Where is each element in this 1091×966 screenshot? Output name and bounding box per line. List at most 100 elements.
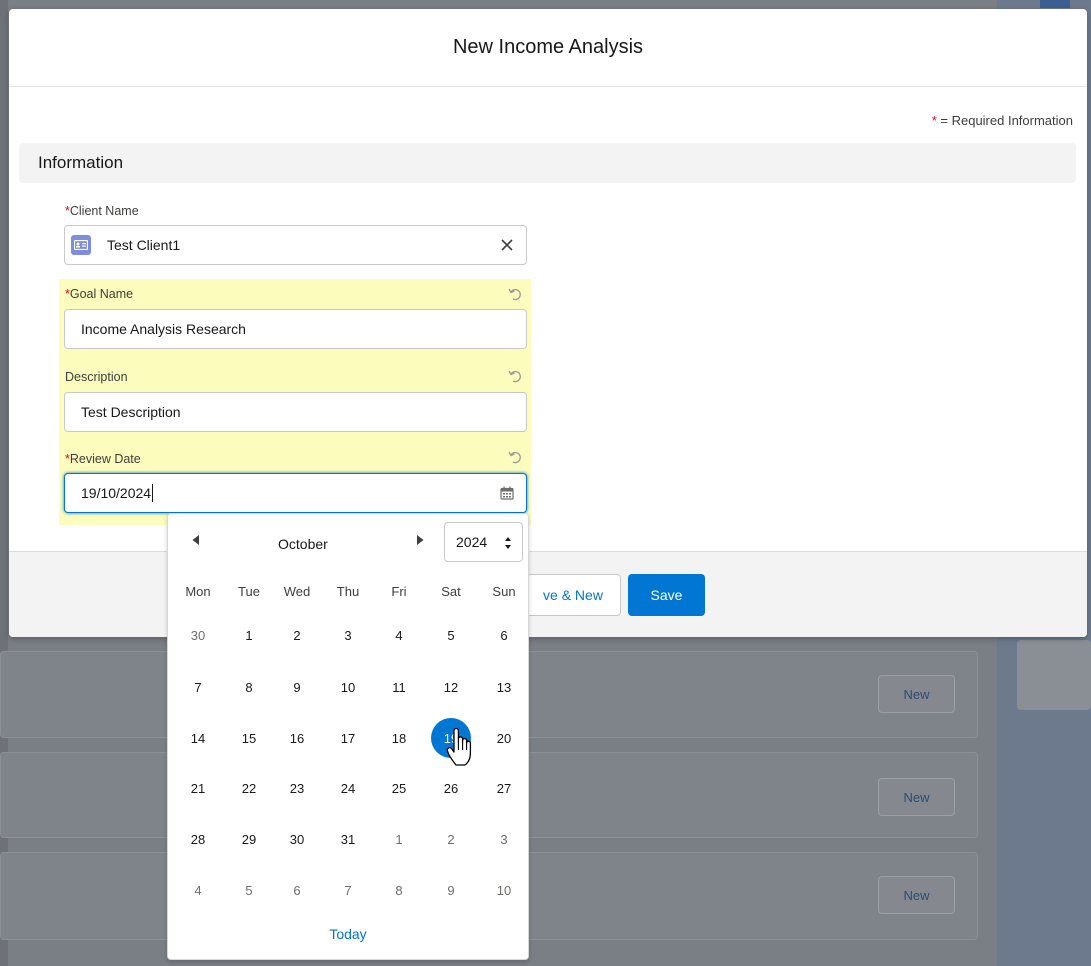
goal-name-label: *Goal Name (65, 287, 134, 301)
calendar-day[interactable]: 30 (178, 615, 218, 655)
day-number: 8 (245, 679, 253, 695)
calendar-day[interactable]: 24 (328, 768, 368, 808)
day-number: 6 (500, 627, 508, 643)
description-input[interactable]: Test Description (64, 392, 527, 432)
client-name-label: *Client Name (65, 204, 139, 218)
weekday-header: Wed (283, 584, 311, 599)
calendar-day[interactable]: 5 (229, 870, 269, 910)
section-title: Information (38, 153, 124, 172)
calendar-day[interactable]: 22 (229, 768, 269, 808)
review-date-input[interactable]: 19/10/2024 (64, 473, 527, 513)
weekday-header: Mon (185, 584, 211, 599)
calendar-day[interactable]: 18 (379, 718, 419, 758)
weekday-header: Thu (336, 584, 360, 599)
day-number: 1 (395, 831, 403, 847)
calendar-day[interactable]: 2 (277, 615, 317, 655)
day-number: 7 (194, 679, 202, 695)
calendar-day[interactable]: 15 (229, 718, 269, 758)
calendar-day[interactable]: 6 (277, 870, 317, 910)
calendar-day[interactable]: 7 (328, 870, 368, 910)
day-number: 11 (392, 679, 406, 695)
save-button[interactable]: Save (628, 574, 705, 616)
calendar-day[interactable]: 23 (277, 768, 317, 808)
review-date-label: *Review Date (65, 452, 141, 466)
day-number: 5 (245, 882, 253, 898)
calendar-day[interactable]: 3 (484, 819, 524, 859)
calendar-day[interactable]: 4 (379, 615, 419, 655)
goal-name-input[interactable]: Income Analysis Research (64, 309, 527, 349)
calendar-icon[interactable] (500, 486, 514, 500)
day-number: 4 (395, 627, 403, 643)
calendar-day[interactable]: 6 (484, 615, 524, 655)
day-number: 26 (443, 780, 459, 796)
undo-icon[interactable] (508, 287, 522, 301)
day-number: 20 (496, 730, 512, 746)
client-name-lookup[interactable]: Test Client1 (64, 225, 527, 265)
day-number: 29 (241, 831, 257, 847)
year-spinner-icon[interactable] (504, 536, 512, 550)
calendar-day[interactable]: 21 (178, 768, 218, 808)
day-number: 9 (293, 679, 301, 695)
day-number: 23 (289, 780, 305, 796)
year-select[interactable]: 2024 (444, 522, 523, 562)
calendar-day[interactable]: 31 (328, 819, 368, 859)
client-name-value: Test Client1 (107, 237, 181, 253)
day-number: 18 (391, 730, 407, 746)
calendar-day[interactable]: 28 (178, 819, 218, 859)
day-number: 15 (241, 730, 257, 746)
calendar-day[interactable]: 4 (178, 870, 218, 910)
calendar-day[interactable]: 20 (484, 718, 524, 758)
day-number: 8 (395, 882, 403, 898)
year-value: 2024 (456, 534, 488, 550)
calendar-day[interactable]: 16 (277, 718, 317, 758)
calendar-day[interactable]: 26 (431, 768, 471, 808)
calendar-day[interactable]: 2 (431, 819, 471, 859)
calendar-day[interactable]: 8 (229, 667, 269, 707)
undo-icon[interactable] (508, 369, 522, 383)
background-new-button[interactable]: New (878, 876, 955, 914)
calendar-day[interactable]: 11 (379, 667, 419, 707)
calendar-day[interactable]: 9 (277, 667, 317, 707)
calendar-day[interactable]: 30 (277, 819, 317, 859)
calendar-day[interactable]: 10 (484, 870, 524, 910)
calendar-day[interactable]: 8 (379, 870, 419, 910)
required-star: * (931, 113, 937, 128)
calendar-day[interactable]: 12 (431, 667, 471, 707)
day-number: 27 (496, 780, 512, 796)
hand-cursor-icon (446, 727, 472, 766)
calendar-day[interactable]: 13 (484, 667, 524, 707)
weekday-header: Sat (441, 584, 461, 599)
calendar-day[interactable]: 1 (379, 819, 419, 859)
calendar-day[interactable]: 1 (229, 615, 269, 655)
background-new-button[interactable]: New (878, 675, 955, 713)
next-month-icon[interactable] (413, 533, 427, 547)
calendar-day[interactable]: 3 (328, 615, 368, 655)
day-number: 22 (241, 780, 257, 796)
description-label: Description (65, 370, 128, 384)
background-new-button[interactable]: New (878, 778, 955, 816)
modal-header: New Income Analysis (9, 9, 1087, 87)
undo-icon[interactable] (508, 450, 522, 464)
day-number: 2 (447, 831, 455, 847)
calendar-day[interactable]: 14 (178, 718, 218, 758)
day-number: 24 (340, 780, 356, 796)
calendar-day[interactable]: 7 (178, 667, 218, 707)
calendar-day[interactable]: 10 (328, 667, 368, 707)
day-number: 5 (447, 627, 455, 643)
calendar-day[interactable]: 9 (431, 870, 471, 910)
day-number: 13 (496, 679, 512, 695)
clear-selection-icon[interactable] (498, 236, 516, 254)
day-number: 1 (245, 627, 253, 643)
weekday-header: Tue (238, 584, 260, 599)
calendar-day[interactable]: 25 (379, 768, 419, 808)
section-header-information[interactable]: Information (19, 143, 1076, 183)
text-caret (152, 484, 154, 502)
calendar-day[interactable]: 17 (328, 718, 368, 758)
day-number: 12 (443, 679, 459, 695)
calendar-day[interactable]: 5 (431, 615, 471, 655)
calendar-day[interactable]: 27 (484, 768, 524, 808)
previous-month-icon[interactable] (189, 533, 203, 547)
today-link[interactable]: Today (168, 926, 528, 942)
day-number: 7 (344, 882, 352, 898)
calendar-day[interactable]: 29 (229, 819, 269, 859)
